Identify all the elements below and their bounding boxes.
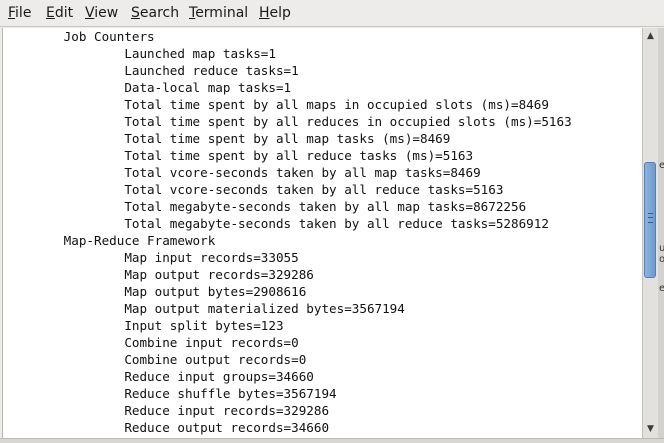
terminal-line: Total time spent by all maps in occupied… bbox=[3, 97, 549, 112]
terminal-line: Map output records=329286 bbox=[3, 267, 314, 282]
terminal-line: Map-Reduce Framework bbox=[3, 233, 216, 248]
terminal-line: Reduce input groups=34660 bbox=[3, 369, 314, 384]
menu-terminal-label: erminal bbox=[195, 5, 249, 21]
window-bottom-border bbox=[0, 438, 664, 443]
menu-edit[interactable]: Edit bbox=[44, 3, 75, 24]
scrollbar-grip-icon bbox=[648, 212, 653, 223]
terminal-line: Map input records=33055 bbox=[3, 250, 299, 265]
terminal-line: Combine input records=0 bbox=[3, 335, 299, 350]
terminal-line: Total time spent by all map tasks (ms)=8… bbox=[3, 131, 451, 146]
terminal-line: Reduce shuffle bytes=3567194 bbox=[3, 386, 337, 401]
terminal-line: Job Counters bbox=[3, 29, 163, 44]
menu-search[interactable]: Search bbox=[129, 3, 181, 24]
menu-help[interactable]: Help bbox=[257, 3, 293, 24]
terminal-line: Total vcore-seconds taken by all reduce … bbox=[3, 182, 504, 197]
terminal-line: Reduce input records=329286 bbox=[3, 403, 330, 418]
terminal-line: Input split bytes=123 bbox=[3, 318, 284, 333]
menu-file-label: ile bbox=[15, 5, 32, 21]
terminal-line: Data-local map tasks=1 bbox=[3, 80, 292, 95]
menu-view-label: iew bbox=[94, 5, 119, 21]
edge-fragment: u bbox=[659, 243, 664, 254]
terminal-line: Reduce output records=34660 bbox=[3, 420, 330, 435]
terminal-line: Total vcore-seconds taken by all map tas… bbox=[3, 165, 481, 180]
menu-terminal[interactable]: Terminal bbox=[187, 3, 250, 24]
menu-file[interactable]: File bbox=[6, 3, 33, 24]
terminal-line: Map output bytes=2908616 bbox=[3, 284, 307, 299]
background-window-edge: e u o e bbox=[658, 28, 664, 443]
scroll-up-arrow-icon[interactable]: ▲ bbox=[643, 28, 658, 44]
terminal-output[interactable]: Job Counters Launched map tasks=1 Launch… bbox=[2, 28, 643, 438]
menu-help-label: elp bbox=[269, 5, 291, 21]
terminal-line: Map output materialized bytes=3567194 bbox=[3, 301, 405, 316]
menu-search-label: earch bbox=[139, 5, 180, 21]
vertical-scrollbar[interactable]: ▲ ▼ bbox=[642, 28, 658, 438]
menu-edit-label: dit bbox=[54, 5, 74, 21]
terminal-line: Total megabyte-seconds taken by all map … bbox=[3, 199, 527, 214]
terminal-window: File Edit View Search Terminal Help Job … bbox=[0, 0, 664, 443]
edge-fragment: e bbox=[659, 283, 664, 294]
edge-fragment: o bbox=[659, 254, 664, 265]
menu-search-mnemonic: S bbox=[131, 5, 140, 21]
terminal-line: Total time spent by all reduces in occup… bbox=[3, 114, 572, 129]
menu-file-mnemonic: F bbox=[8, 5, 16, 21]
scrollbar-thumb[interactable] bbox=[644, 161, 656, 278]
menu-view[interactable]: View bbox=[83, 3, 120, 24]
edge-fragment: e bbox=[659, 160, 664, 171]
menu-view-mnemonic: V bbox=[85, 5, 95, 21]
menu-bar: File Edit View Search Terminal Help bbox=[0, 0, 664, 27]
menu-edit-mnemonic: E bbox=[46, 5, 55, 21]
terminal-line: Launched map tasks=1 bbox=[3, 46, 276, 61]
terminal-line: Launched reduce tasks=1 bbox=[3, 63, 299, 78]
terminal-line: Total time spent by all reduce tasks (ms… bbox=[3, 148, 474, 163]
terminal-line: Combine output records=0 bbox=[3, 352, 307, 367]
scroll-down-arrow-icon[interactable]: ▼ bbox=[643, 421, 658, 437]
terminal-line: Total megabyte-seconds taken by all redu… bbox=[3, 216, 549, 231]
menu-help-mnemonic: H bbox=[259, 5, 270, 21]
